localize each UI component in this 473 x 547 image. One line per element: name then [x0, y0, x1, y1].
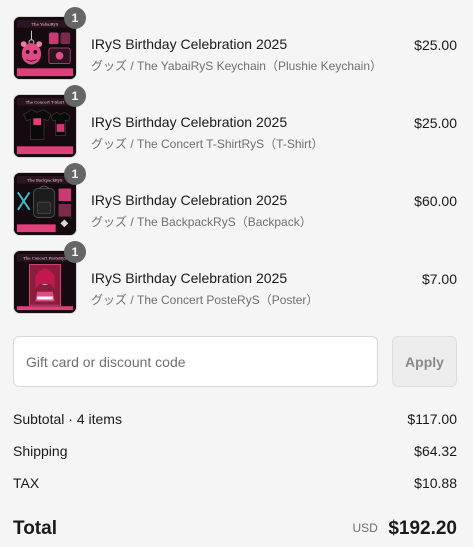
- product-thumbnail-wrap: The BackpackRyS 1: [13, 163, 86, 236]
- product-title: IRyS Birthday Celebration 2025: [91, 192, 288, 208]
- line-item: The BackpackRyS 1 IRyS Birthday Celebrat…: [0, 163, 473, 236]
- quantity-badge: 1: [64, 241, 86, 263]
- quantity-badge: 1: [64, 163, 86, 185]
- subtotal-row: Subtotal · 4 items $117.00: [13, 411, 457, 431]
- svg-text:The BackpackRyS: The BackpackRyS: [27, 178, 62, 183]
- product-variant: グッズ / The YabaiRyS Keychain（Plushie Keyc…: [91, 59, 383, 73]
- quantity-badge: 1: [64, 7, 86, 29]
- total-amount-group: USD $192.20: [353, 518, 457, 540]
- subtotal-value: $117.00: [407, 411, 457, 427]
- tax-row: TAX $10.88: [13, 475, 457, 495]
- shipping-value: $64.32: [414, 443, 457, 459]
- product-thumbnail-wrap: The Concert T-Shirt 1: [13, 85, 86, 158]
- quantity-badge: 1: [64, 85, 86, 107]
- tax-value: $10.88: [414, 475, 457, 491]
- total-value: $192.20: [388, 518, 457, 539]
- product-price: $25.00: [414, 37, 457, 53]
- product-price: $25.00: [414, 115, 457, 131]
- apply-discount-button[interactable]: Apply: [392, 336, 457, 387]
- product-variant: グッズ / The Concert T-ShirtRyS（T-Shirt）: [91, 137, 324, 151]
- product-variant: グッズ / The Concert PosteRyS（Poster）: [91, 293, 319, 307]
- product-variant: グッズ / The BackpackRyS（Backpack）: [91, 215, 312, 229]
- currency-code: USD: [352, 521, 378, 535]
- product-thumbnail-wrap: The Concert PosteRyS 1: [13, 241, 86, 314]
- line-item: The Concert T-Shirt 1 IRyS Birthday Cele…: [0, 85, 473, 158]
- line-item: The YabaiRyS 1 IRyS Birthday Celebration…: [0, 7, 473, 80]
- total-label: Total: [13, 518, 57, 539]
- product-title: IRyS Birthday Celebration 2025: [91, 114, 288, 130]
- line-item: The Concert PosteRyS 1 IRyS Birthday Cel…: [0, 241, 473, 314]
- product-price: $60.00: [414, 193, 457, 209]
- subtotal-label: Subtotal · 4 items: [13, 411, 122, 427]
- shipping-label: Shipping: [13, 443, 68, 459]
- product-title: IRyS Birthday Celebration 2025: [91, 270, 288, 286]
- svg-text:The Concert T-Shirt: The Concert T-Shirt: [26, 100, 65, 105]
- product-title: IRyS Birthday Celebration 2025: [91, 36, 288, 52]
- discount-code-input[interactable]: [13, 336, 378, 387]
- tax-label: TAX: [13, 475, 40, 491]
- svg-text:The Concert PosteRyS: The Concert PosteRyS: [23, 256, 67, 261]
- shipping-row: Shipping $64.32: [13, 443, 457, 463]
- total-row: Total USD $192.20: [13, 518, 457, 542]
- svg-text:The YabaiRyS: The YabaiRyS: [32, 22, 59, 27]
- product-price: $7.00: [421, 271, 457, 287]
- product-thumbnail-wrap: The YabaiRyS 1: [13, 7, 86, 80]
